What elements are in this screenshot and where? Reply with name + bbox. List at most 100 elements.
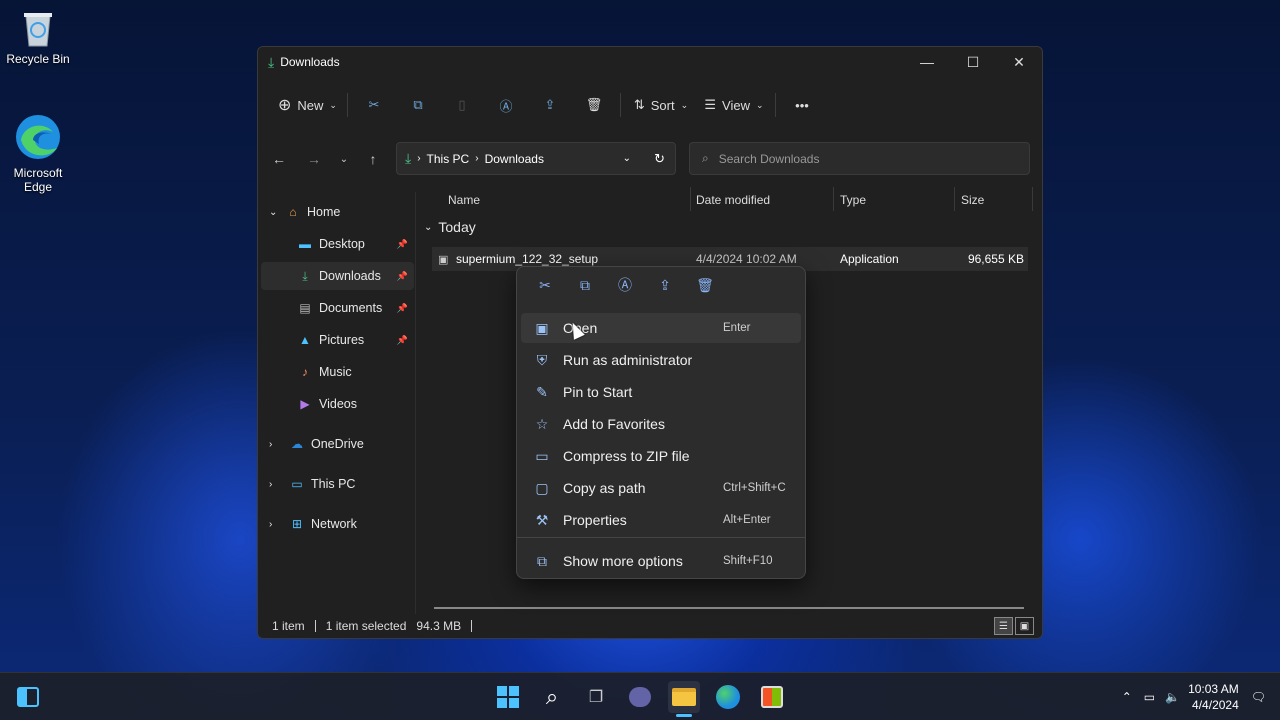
sidebar-item-videos[interactable]: ▶ Videos: [261, 390, 414, 418]
rename-button[interactable]: Ⓐ: [484, 89, 528, 121]
store-taskbar-button[interactable]: [756, 681, 788, 713]
selection-count: 1 item selected: [325, 619, 407, 633]
menu-item-label: Add to Favorites: [563, 416, 665, 432]
menu-item-pin-to-start[interactable]: ✎ Pin to Start: [521, 377, 801, 407]
sidebar-item-home[interactable]: ⌄ ⌂ Home: [261, 198, 414, 226]
maximize-button[interactable]: ☐: [950, 47, 996, 77]
menu-item-show-more-options[interactable]: ⧉ Show more options Shift+F10: [521, 546, 801, 576]
column-divider[interactable]: [954, 187, 955, 211]
more-button[interactable]: •••: [780, 89, 824, 121]
menu-item-copy-as-path[interactable]: ▢ Copy as path Ctrl+Shift+C: [521, 473, 801, 503]
share-button[interactable]: ⇪: [645, 275, 685, 295]
address-bar[interactable]: ⤓ › This PC › Downloads ⌄ ↻: [396, 142, 676, 175]
task-view-button[interactable]: ❐: [580, 681, 612, 713]
minimize-button[interactable]: —: [904, 47, 950, 77]
sidebar-item-music[interactable]: ♪ Music: [261, 358, 414, 386]
chevron-down-icon[interactable]: ⌄: [269, 207, 285, 218]
search-placeholder: Search Downloads: [718, 151, 820, 166]
close-button[interactable]: ✕: [996, 47, 1042, 77]
chevron-up-icon[interactable]: ⌃: [1122, 690, 1132, 704]
sidebar-item-pictures[interactable]: ▲ Pictures 📌: [261, 326, 414, 354]
menu-item-label: Copy as path: [563, 480, 646, 496]
column-divider[interactable]: [1032, 187, 1033, 211]
divider: [314, 620, 316, 632]
delete-button[interactable]: 🗑: [572, 89, 616, 121]
menu-item-compress-zip[interactable]: ▭ Compress to ZIP file: [521, 441, 801, 471]
tiles-view-icon: ▣: [1019, 620, 1030, 632]
column-divider[interactable]: [833, 187, 834, 211]
sidebar-item-label: Desktop: [319, 237, 365, 251]
volume-icon[interactable]: 🔈: [1165, 690, 1180, 704]
group-header-today[interactable]: ⌄ Today: [424, 219, 476, 235]
pin-icon: 📌: [396, 334, 408, 345]
divider: [619, 93, 621, 117]
start-button[interactable]: [492, 681, 524, 713]
task-view-icon: ❐: [588, 689, 604, 706]
tiles-view-button[interactable]: ▣: [1015, 617, 1034, 635]
address-dropdown-icon[interactable]: ⌄: [623, 153, 631, 164]
breadcrumb-downloads[interactable]: Downloads: [485, 152, 544, 166]
view-button[interactable]: ☰ View ⌄: [697, 89, 771, 121]
cut-button[interactable]: ✂: [525, 275, 565, 295]
window-title: Downloads: [280, 55, 340, 69]
column-header-name[interactable]: Name: [448, 188, 480, 212]
arrow-left-icon: ←: [272, 151, 286, 167]
music-icon: ♪: [302, 365, 308, 379]
chevron-down-icon: ⌄: [424, 221, 433, 233]
sidebar-item-label: Home: [307, 205, 341, 219]
sidebar-item-downloads[interactable]: ⤓ Downloads 📌: [261, 262, 414, 290]
teams-chat-button[interactable]: [624, 681, 656, 713]
column-header-type[interactable]: Type: [840, 188, 866, 212]
desktop-icon: ▬: [299, 237, 311, 251]
menu-item-add-to-favorites[interactable]: ☆ Add to Favorites: [521, 409, 801, 439]
sidebar-item-network[interactable]: › ⊞ Network: [261, 510, 414, 538]
copy-button[interactable]: ⧉: [565, 275, 605, 295]
sidebar-item-onedrive[interactable]: › ☁ OneDrive: [261, 430, 414, 458]
column-header-size[interactable]: Size: [961, 188, 984, 212]
rename-button[interactable]: Ⓐ: [605, 275, 645, 295]
breadcrumb-this-pc[interactable]: This PC: [427, 152, 470, 166]
desktop-icon-recycle-bin[interactable]: Recycle Bin: [0, 8, 76, 66]
edge-taskbar-button[interactable]: [712, 681, 744, 713]
widgets-button[interactable]: [12, 681, 44, 713]
sidebar-item-this-pc[interactable]: › ▭ This PC: [261, 470, 414, 498]
chevron-right-icon[interactable]: ›: [269, 479, 289, 490]
sort-button[interactable]: ⇅ Sort ⌄: [625, 89, 697, 121]
delete-button[interactable]: 🗑: [685, 275, 725, 295]
arrow-right-icon: →: [307, 151, 321, 167]
sidebar-item-documents[interactable]: ▤ Documents 📌: [261, 294, 414, 322]
chevron-right-icon[interactable]: ›: [269, 519, 289, 530]
chevron-right-icon[interactable]: ›: [269, 439, 289, 450]
menu-item-shortcut: Ctrl+Shift+C: [723, 482, 786, 494]
ellipsis-icon: •••: [795, 97, 809, 113]
copy-button[interactable]: ⧉: [396, 89, 440, 121]
sort-icon: ⇅: [633, 97, 645, 112]
menu-item-open[interactable]: ▣ Open Enter: [521, 313, 801, 343]
column-header-date[interactable]: Date modified: [696, 188, 770, 212]
share-button[interactable]: ⇪: [528, 89, 572, 121]
search-button[interactable]: ⌕: [536, 681, 568, 713]
menu-item-run-as-admin[interactable]: ⛨ Run as administrator: [521, 345, 801, 375]
menu-item-properties[interactable]: ⚒ Properties Alt+Enter: [521, 505, 801, 535]
search-input[interactable]: ⌕ Search Downloads: [689, 142, 1030, 175]
menu-item-label: Properties: [563, 512, 627, 528]
horizontal-scrollbar[interactable]: [434, 607, 1024, 609]
new-button[interactable]: ⊕ New ⌄: [272, 89, 343, 121]
folder-icon: [672, 688, 696, 706]
paste-button[interactable]: ▯: [440, 89, 484, 121]
sidebar-item-desktop[interactable]: ▬ Desktop 📌: [261, 230, 414, 258]
desktop-icon-edge[interactable]: Microsoft Edge: [0, 112, 76, 194]
details-view-button[interactable]: ☰: [994, 617, 1013, 635]
up-button[interactable]: ↑: [358, 142, 388, 176]
cut-button[interactable]: ✂: [352, 89, 396, 121]
column-divider[interactable]: [690, 187, 691, 211]
command-bar: ⊕ New ⌄ ✂ ⧉ ▯ Ⓐ ⇪ 🗑 ⇅ Sort ⌄ ☰ View ⌄ ••…: [258, 85, 1042, 125]
back-button[interactable]: ←: [264, 142, 294, 176]
recent-locations-button[interactable]: ⌄: [329, 142, 359, 176]
file-explorer-taskbar-button[interactable]: [668, 681, 700, 717]
notification-icon[interactable]: 🗨: [1251, 690, 1266, 704]
network-icon[interactable]: ▭: [1144, 690, 1155, 704]
forward-button[interactable]: →: [299, 142, 329, 176]
refresh-icon[interactable]: ↻: [654, 151, 665, 167]
clock[interactable]: 10:03 AM 4/4/2024: [1188, 681, 1239, 713]
